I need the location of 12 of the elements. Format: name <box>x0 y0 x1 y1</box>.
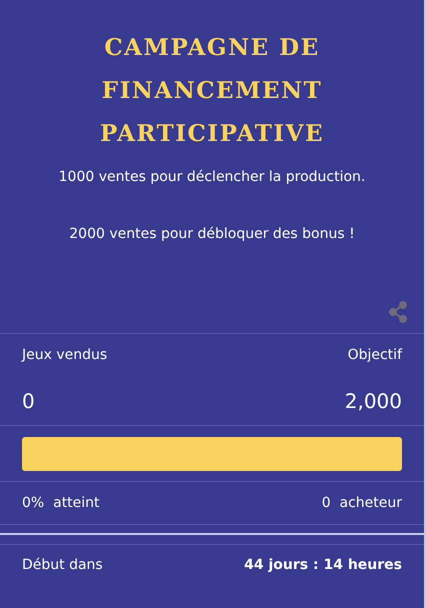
countdown-label: Début dans <box>22 557 103 573</box>
sold-label: Jeux vendus <box>22 347 108 363</box>
campaign-title: CAMPAGNE DE FINANCEMENT PARTICIPATIVE <box>98 33 326 149</box>
goal-value: 2,000 <box>344 388 402 412</box>
share-icon[interactable] <box>388 301 408 323</box>
goal-label: Objectif <box>348 347 402 363</box>
percent-text: 0% atteint <box>22 495 100 511</box>
sold-value: 0 <box>22 388 35 412</box>
countdown-value: 44 jours : 14 heures <box>244 557 402 573</box>
description-text: 2000 ventes pour débloquer des bonus ! <box>68 225 356 244</box>
description-text: 1000 ventes pour déclencher la production. <box>58 168 366 187</box>
buyers-text: 0 acheteur <box>322 495 402 511</box>
